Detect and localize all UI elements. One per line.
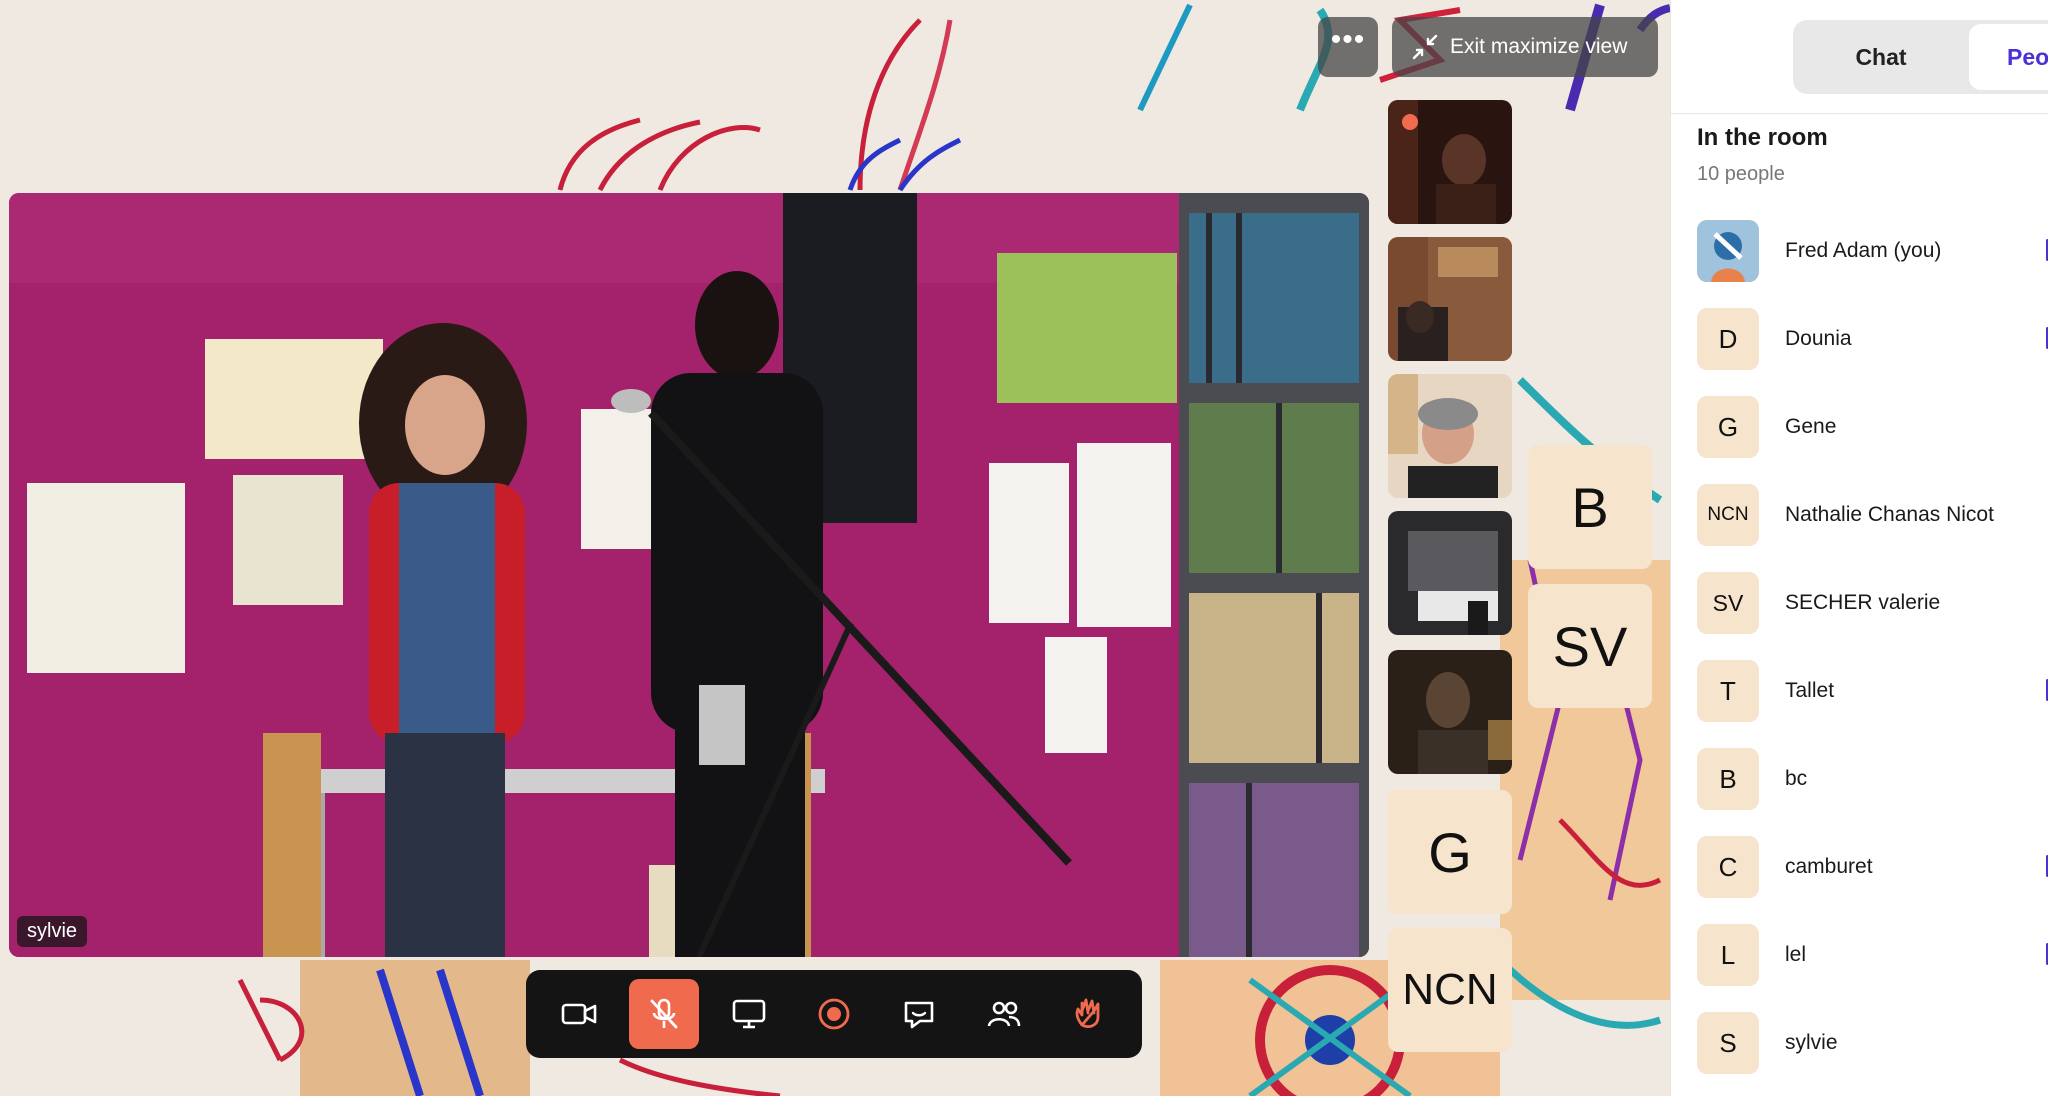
avatar: L [1697, 924, 1759, 986]
screen-share-button[interactable] [714, 979, 784, 1049]
list-item-person[interactable]: T Tallet [1697, 647, 2048, 735]
participant-video-tile-4[interactable] [1388, 511, 1512, 635]
sidebar-header: Chat Peo [1671, 0, 2048, 114]
monitor-icon [732, 999, 766, 1029]
sidebar-tabs: Chat Peo [1793, 20, 2048, 94]
person-name: bc [1785, 767, 1808, 790]
speaker-name-label: sylvie [17, 916, 88, 947]
person-name: Tallet [1785, 679, 1835, 702]
avatar: D [1697, 308, 1759, 370]
list-item-person[interactable]: L lel [1697, 911, 2048, 999]
people-sidebar: Chat Peo In the room 10 people Fred Adam… [1670, 0, 2048, 1096]
camera-button[interactable] [544, 979, 614, 1049]
list-item-person[interactable]: SV SECHER valerie [1697, 559, 2048, 647]
avatar-initials: T [1720, 675, 1736, 706]
room-people-count: 10 people [1697, 163, 1785, 185]
list-item-person[interactable]: Fred Adam (you) [1697, 207, 2048, 295]
avatar: C [1697, 836, 1759, 898]
participant-video-frame [1388, 374, 1512, 498]
avatar-initials: L [1720, 939, 1736, 970]
recording-indicator [1402, 114, 1418, 130]
person-name: camburet [1785, 855, 1873, 878]
avatar: SV [1697, 572, 1759, 634]
avatar: B [1697, 748, 1759, 810]
speaker-video-frame [9, 193, 1369, 957]
exit-maximize-label: Exit maximize view [1450, 35, 1628, 58]
participant-video-frame [1388, 650, 1512, 774]
more-options-button[interactable]: ••• [1318, 17, 1378, 77]
avatar: G [1697, 396, 1759, 458]
people-list: Fred Adam (you) D Dounia G Gene NCN Nath… [1697, 207, 2048, 1087]
room-heading: In the room [1697, 124, 1828, 151]
person-name: Fred Adam (you) [1785, 239, 1942, 262]
avatar: NCN [1697, 484, 1759, 546]
participant-initials: G [1428, 820, 1472, 884]
avatar-initials: G [1717, 411, 1739, 442]
avatar: T [1697, 660, 1759, 722]
person-name: lel [1785, 943, 1807, 966]
participant-video-tile-5[interactable] [1388, 650, 1512, 774]
people-button[interactable] [969, 979, 1039, 1049]
record-button[interactable] [799, 979, 869, 1049]
record-icon [818, 998, 850, 1030]
participant-video-tile-1[interactable] [1388, 100, 1512, 224]
participant-video-frame [1388, 511, 1512, 635]
exit-maximize-view-button[interactable]: Exit maximize view [1392, 17, 1658, 77]
people-icon [987, 1001, 1021, 1027]
avatar-initials: D [1718, 323, 1738, 354]
person-name: SECHER valerie [1785, 591, 1941, 614]
person-name: sylvie [1785, 1031, 1838, 1054]
camera-icon [561, 1003, 596, 1025]
avatar-initials: S [1719, 1027, 1737, 1058]
avatar-initials: B [1719, 763, 1737, 794]
chat-bubble-icon [904, 1001, 934, 1029]
main-video-tile[interactable]: sylvie [9, 193, 1369, 957]
person-name: Nathalie Chanas Nicot [1785, 503, 1994, 526]
meeting-stage: sylvie ••• Exit maximize view B SV G NCN [0, 0, 1670, 1096]
participant-initial-tile-b[interactable]: B [1528, 445, 1652, 569]
participant-initials: B [1571, 475, 1609, 539]
participant-video-tile-2[interactable] [1388, 237, 1512, 361]
list-item-person[interactable]: S sylvie [1697, 999, 2048, 1087]
person-name: Dounia [1785, 327, 1852, 350]
raise-hand-button[interactable] [1054, 979, 1124, 1049]
avatar-initials: NCN [1707, 504, 1749, 525]
avatar-initials: C [1718, 851, 1738, 882]
avatar: S [1697, 1012, 1759, 1074]
participant-initials: NCN [1402, 965, 1498, 1014]
list-item-person[interactable]: D Dounia [1697, 295, 2048, 383]
avatar [1697, 220, 1759, 282]
chat-button[interactable] [884, 979, 954, 1049]
participant-initial-tile-sv[interactable]: SV [1528, 584, 1652, 708]
participant-initials: SV [1552, 614, 1628, 678]
participant-initial-tile-ncn[interactable]: NCN [1388, 928, 1512, 1052]
microphone-muted-icon [650, 998, 678, 1029]
list-item-person[interactable]: NCN Nathalie Chanas Nicot [1697, 471, 2048, 559]
raise-hand-icon [1076, 998, 1100, 1028]
call-controls-toolbar [526, 970, 1142, 1058]
tab-people[interactable]: Peo [1969, 24, 2048, 90]
list-item-person[interactable]: G Gene [1697, 383, 2048, 471]
participant-video-tile-3[interactable] [1388, 374, 1512, 498]
list-item-person[interactable]: C camburet [1697, 823, 2048, 911]
list-item-person[interactable]: B bc [1697, 735, 2048, 823]
participant-video-frame [1388, 237, 1512, 361]
user-photo-icon [1697, 220, 1759, 282]
tab-chat[interactable]: Chat [1793, 20, 1969, 94]
minimize-arrows-icon [1412, 34, 1438, 60]
microphone-button[interactable] [628, 979, 699, 1049]
participant-initial-tile-g[interactable]: G [1388, 790, 1512, 914]
avatar-initials: SV [1712, 589, 1744, 616]
person-name: Gene [1785, 415, 1837, 438]
